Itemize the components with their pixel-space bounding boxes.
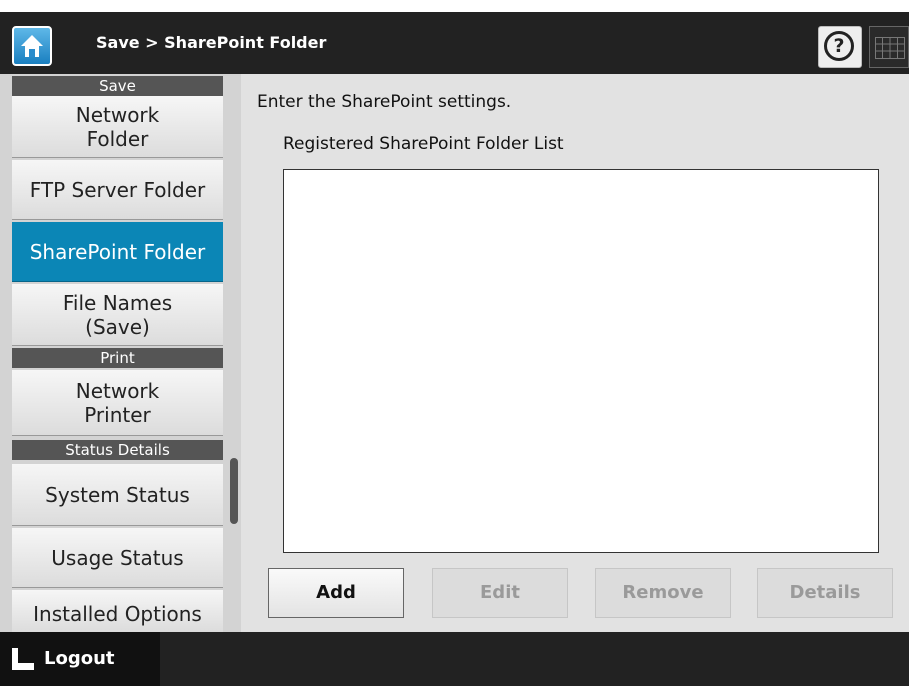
sidebar-item-label-line: Network (75, 378, 160, 403)
sidebar: Save Network Folder FTP Server Folder Sh… (0, 74, 227, 632)
home-button[interactable] (12, 26, 52, 66)
sidebar-item-ftp-server-folder[interactable]: FTP Server Folder (12, 160, 223, 220)
sidebar-item-label: System Status (45, 482, 190, 507)
footer-bar: Logout (0, 632, 909, 686)
sidebar-item-label: SharePoint Folder (29, 239, 206, 264)
sidebar-item-label: Installed Options (33, 602, 202, 626)
section-header-save: Save (12, 76, 223, 96)
sidebar-item-system-status[interactable]: System Status (12, 464, 223, 526)
sidebar-item-label: File Names (Save) (63, 291, 172, 339)
sidebar-item-network-folder[interactable]: Network Folder (12, 96, 223, 158)
edit-button[interactable]: Edit (432, 568, 568, 618)
section-header-status-details: Status Details (12, 440, 223, 460)
sidebar-item-label-line: Network (75, 102, 160, 127)
sidebar-item-label: Network Printer (76, 379, 160, 427)
sharepoint-folder-list[interactable] (283, 169, 879, 553)
logout-label: Logout (44, 648, 115, 669)
logout-icon (12, 648, 34, 670)
top-margin (0, 0, 909, 12)
help-button[interactable]: ? (818, 26, 862, 68)
details-button[interactable]: Details (757, 568, 893, 618)
main-content: Enter the SharePoint settings. Registere… (241, 74, 909, 632)
sidebar-item-label-line: File Names (62, 290, 173, 315)
sidebar-item-label-line: Printer (84, 402, 151, 427)
sidebar-scrollbar[interactable] (227, 74, 241, 632)
sidebar-item-label: FTP Server Folder (29, 177, 206, 202)
page-title: Save > SharePoint Folder (96, 33, 327, 52)
keyboard-icon (875, 37, 905, 59)
sidebar-item-usage-status[interactable]: Usage Status (12, 528, 223, 588)
sidebar-item-file-names-save[interactable]: File Names (Save) (12, 284, 223, 346)
add-button[interactable]: Add (268, 568, 404, 618)
sidebar-item-label: Network Folder (76, 103, 160, 151)
instruction-text: Enter the SharePoint settings. (257, 92, 512, 112)
home-icon (21, 35, 43, 57)
sidebar-item-label-line: Folder (86, 126, 149, 151)
keyboard-button[interactable] (869, 26, 909, 68)
remove-button[interactable]: Remove (595, 568, 731, 618)
header-bar: Save > SharePoint Folder ? (0, 12, 909, 74)
scrollbar-thumb[interactable] (230, 458, 238, 524)
section-header-print: Print (12, 348, 223, 368)
sidebar-item-label-line: (Save) (85, 314, 150, 339)
folder-list-label: Registered SharePoint Folder List (283, 134, 564, 154)
sidebar-item-label: Usage Status (51, 545, 184, 570)
sidebar-item-network-printer[interactable]: Network Printer (12, 370, 223, 436)
logout-button[interactable]: Logout (0, 632, 160, 686)
help-icon: ? (824, 31, 854, 61)
sidebar-item-installed-options[interactable]: Installed Options (12, 590, 223, 632)
sidebar-item-sharepoint-folder[interactable]: SharePoint Folder (12, 222, 223, 282)
